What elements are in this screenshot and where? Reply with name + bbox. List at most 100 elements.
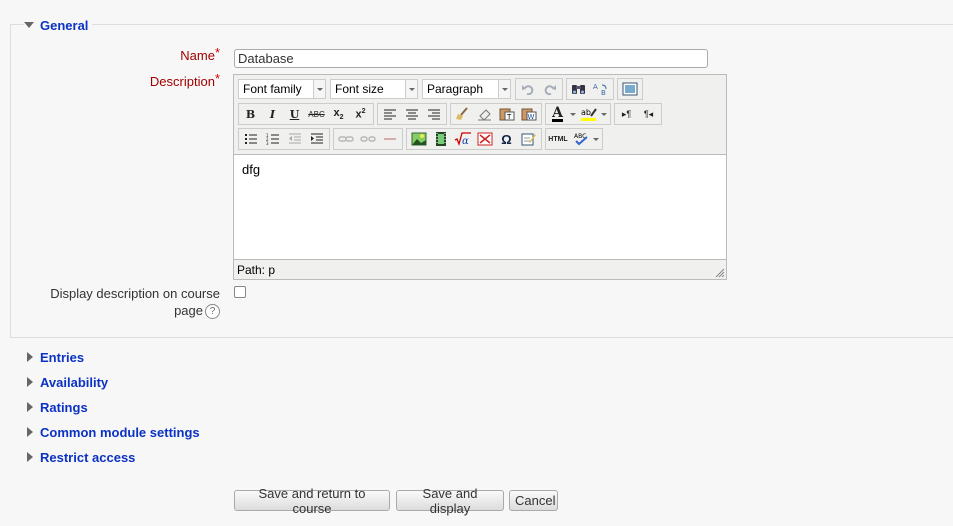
html-source-button[interactable]: HTML xyxy=(547,129,569,149)
cancel-button[interactable]: Cancel xyxy=(509,490,558,511)
link-group xyxy=(333,128,403,150)
display-description-label: Display description on course page? xyxy=(50,285,220,320)
section-restrict-access[interactable]: Restrict access xyxy=(27,449,135,465)
section-ratings-label[interactable]: Ratings xyxy=(40,400,88,415)
film-icon xyxy=(435,132,446,146)
insert-link-button[interactable] xyxy=(335,129,356,149)
section-common-module-settings[interactable]: Common module settings xyxy=(27,424,200,440)
chevron-down-icon[interactable] xyxy=(600,104,608,124)
toolbar-row-1: Font family Font size Paragraph AB xyxy=(238,78,646,100)
paste-word-button[interactable]: W xyxy=(518,104,539,124)
edit-button[interactable] xyxy=(518,129,539,149)
align-group xyxy=(377,103,447,125)
background-color-button[interactable]: ab xyxy=(578,104,608,124)
align-center-button[interactable] xyxy=(401,104,422,124)
text-color-button[interactable]: A xyxy=(547,104,577,124)
section-entries[interactable]: Entries xyxy=(27,349,84,365)
color-group: A ab xyxy=(545,103,611,125)
bullet-list-icon xyxy=(244,134,257,144)
insert-image-button[interactable] xyxy=(408,129,429,149)
description-editor: Font family Font size Paragraph AB B I U… xyxy=(233,74,727,280)
undo-icon xyxy=(521,85,533,95)
expand-right-icon xyxy=(27,452,33,462)
chevron-down-icon[interactable] xyxy=(569,104,577,124)
save-and-display-button[interactable]: Save and display xyxy=(396,486,504,516)
svg-text:T: T xyxy=(506,113,512,121)
help-icon[interactable]: ? xyxy=(205,304,220,320)
chevron-down-icon xyxy=(313,80,325,98)
paste-word-icon: W xyxy=(521,108,536,121)
fullscreen-group xyxy=(617,78,643,100)
font-size-select[interactable]: Font size xyxy=(330,79,418,99)
cleanup-button[interactable] xyxy=(452,104,473,124)
insert-nolink-button[interactable] xyxy=(474,129,495,149)
align-right-icon xyxy=(427,109,440,120)
strikethrough-button[interactable]: ABC xyxy=(306,104,327,124)
fullscreen-button[interactable] xyxy=(619,79,640,99)
section-entries-label[interactable]: Entries xyxy=(40,350,84,365)
underline-button[interactable]: U xyxy=(284,104,305,124)
spellcheck-button[interactable]: ABC xyxy=(570,129,600,149)
underline-icon: U xyxy=(289,107,300,121)
chevron-down-icon[interactable] xyxy=(592,129,600,149)
ltr-icon: ▸¶ xyxy=(621,108,632,119)
special-char-button[interactable]: Ω xyxy=(496,129,517,149)
search-group: AB xyxy=(566,78,614,100)
anchor-button[interactable] xyxy=(379,129,400,149)
align-left-button[interactable] xyxy=(379,104,400,124)
description-label-text: Description xyxy=(149,74,215,89)
undo-redo-group xyxy=(515,78,563,100)
align-right-button[interactable] xyxy=(423,104,444,124)
name-label: Name* xyxy=(180,45,220,63)
toolbar-row-2: B I U ABC x2 x2 T W A ab ▸¶ ¶◂ xyxy=(238,103,665,125)
ltr-button[interactable]: ▸¶ xyxy=(616,104,637,124)
section-availability[interactable]: Availability xyxy=(27,374,108,390)
rtl-button[interactable]: ¶◂ xyxy=(638,104,659,124)
paragraph-label: Paragraph xyxy=(427,82,484,96)
font-family-select[interactable]: Font family xyxy=(238,79,326,99)
svg-text:W: W xyxy=(527,113,534,121)
indent-button[interactable] xyxy=(306,129,327,149)
equation-icon: α xyxy=(454,132,471,146)
resize-handle-icon[interactable] xyxy=(715,268,725,278)
nolink-icon xyxy=(477,132,492,146)
html-icon: HTML xyxy=(548,135,568,143)
link-icon xyxy=(337,136,354,142)
section-ratings[interactable]: Ratings xyxy=(27,399,88,415)
remove-format-button[interactable] xyxy=(474,104,495,124)
paste-text-button[interactable]: T xyxy=(496,104,517,124)
unlink-button[interactable] xyxy=(357,129,378,149)
name-input[interactable] xyxy=(234,49,708,68)
display-description-label-line1: Display description on course xyxy=(50,286,220,301)
display-description-label-page: page xyxy=(174,303,203,318)
bold-icon: B xyxy=(245,107,256,121)
section-restrict-access-label[interactable]: Restrict access xyxy=(40,450,135,465)
subscript-button[interactable]: x2 xyxy=(328,104,349,124)
insert-group: α Ω xyxy=(406,128,542,150)
find-button[interactable] xyxy=(568,79,589,99)
editor-content-text: dfg xyxy=(242,162,261,177)
image-icon xyxy=(411,132,426,146)
superscript-button[interactable]: x2 xyxy=(350,104,371,124)
outdent-button[interactable] xyxy=(284,129,305,149)
general-legend[interactable]: General xyxy=(24,17,93,33)
display-description-checkbox[interactable] xyxy=(234,286,246,298)
align-center-icon xyxy=(405,109,418,120)
section-availability-label[interactable]: Availability xyxy=(40,375,108,390)
editor-content-area[interactable]: dfg xyxy=(234,154,726,260)
save-and-return-button[interactable]: Save and return to course xyxy=(234,486,390,516)
numbered-list-button[interactable]: 123 xyxy=(262,129,283,149)
find-replace-button[interactable]: AB xyxy=(590,79,611,99)
undo-button[interactable] xyxy=(517,79,538,99)
bullet-list-button[interactable] xyxy=(240,129,261,149)
section-common-module-settings-label[interactable]: Common module settings xyxy=(40,425,200,440)
redo-button[interactable] xyxy=(539,79,560,99)
chevron-down-icon xyxy=(405,80,417,98)
bold-button[interactable]: B xyxy=(240,104,261,124)
expand-right-icon xyxy=(27,402,33,412)
general-legend-label[interactable]: General xyxy=(40,18,88,33)
insert-media-button[interactable] xyxy=(430,129,451,149)
paragraph-select[interactable]: Paragraph xyxy=(422,79,511,99)
italic-button[interactable]: I xyxy=(262,104,283,124)
insert-equation-button[interactable]: α xyxy=(452,129,473,149)
